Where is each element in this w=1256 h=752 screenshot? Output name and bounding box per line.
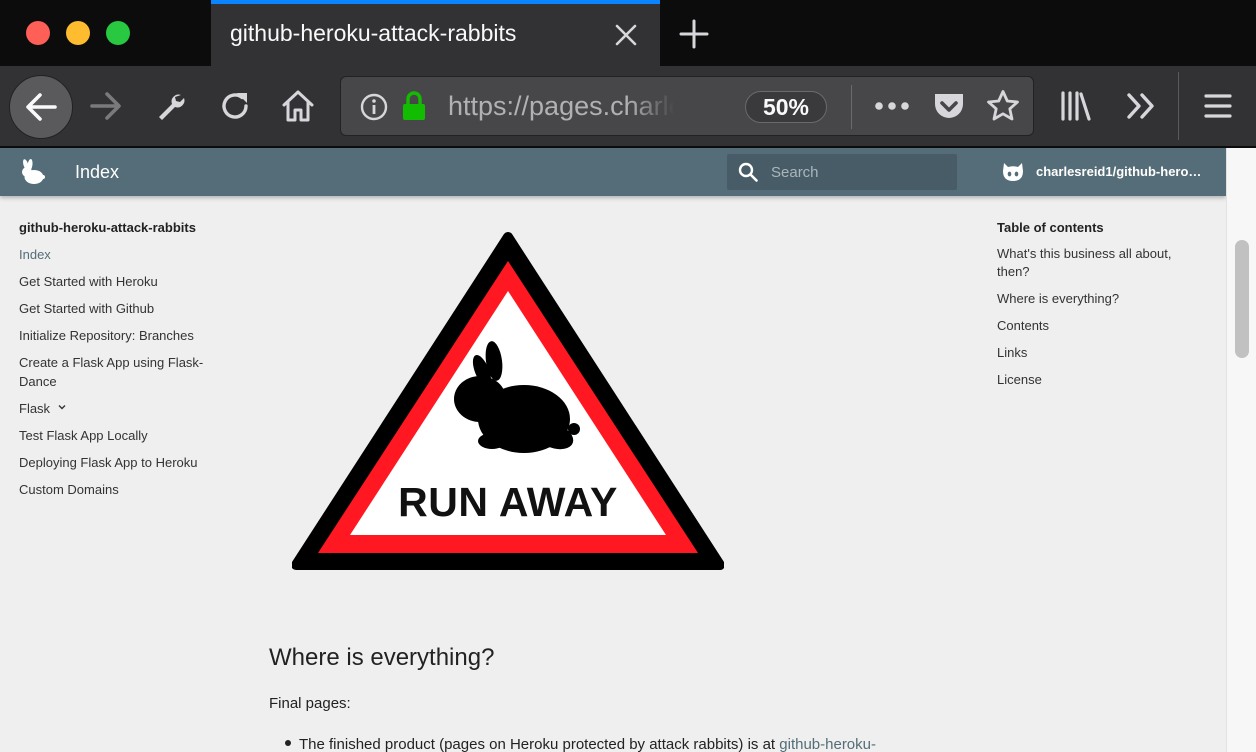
- search-icon: [738, 162, 758, 182]
- left-navigation: github-heroku-attack-rabbits Index Get S…: [19, 220, 239, 507]
- table-of-contents: Table of contents What's this business a…: [997, 220, 1197, 398]
- nav-item-deploying-flask-heroku[interactable]: Deploying Flask App to Heroku: [19, 453, 239, 472]
- url-text[interactable]: https://pages.charlesreid1.github.io/git…: [448, 91, 674, 122]
- reload-button[interactable]: [205, 76, 265, 136]
- lock-icon[interactable]: [401, 91, 427, 121]
- toc-item[interactable]: Links: [997, 344, 1197, 362]
- back-arrow-icon: [26, 93, 57, 121]
- info-icon[interactable]: [360, 93, 388, 121]
- nav-item-get-started-github[interactable]: Get Started with Github: [19, 299, 239, 318]
- web-page: Index charlesreid1/github-heroku-attack-…: [0, 148, 1256, 752]
- left-nav-heading[interactable]: github-heroku-attack-rabbits: [19, 220, 239, 235]
- active-tab[interactable]: github-heroku-attack-rabbits: [211, 0, 660, 66]
- list-item-text: The finished product (pages on Heroku pr…: [299, 736, 780, 752]
- double-chevron-right-icon: [1127, 93, 1154, 119]
- chevron-down-icon: [58, 405, 66, 410]
- nav-item-flask-label: Flask: [19, 401, 51, 416]
- overflow-menu-button[interactable]: [1111, 76, 1171, 136]
- back-button[interactable]: [9, 75, 73, 139]
- wrench-icon: [159, 94, 185, 120]
- run-away-warning-sign-image: RUN AWAY: [291, 231, 725, 571]
- toc-item[interactable]: What's this business all about, then?: [997, 245, 1197, 281]
- site-header: Index charlesreid1/github-heroku-attack-…: [0, 148, 1226, 196]
- reload-icon: [222, 93, 248, 119]
- repo-link[interactable]: charlesreid1/github-heroku-attack-rabbit…: [1036, 164, 1206, 179]
- section-heading: Where is everything?: [269, 644, 495, 671]
- url-bar[interactable]: https://pages.charlesreid1.github.io/git…: [340, 76, 1034, 136]
- bullet: [285, 740, 291, 746]
- image-caption: RUN AWAY: [398, 479, 618, 525]
- site-title[interactable]: Index: [75, 162, 119, 183]
- section-paragraph: Final pages:: [269, 695, 351, 712]
- close-window-button[interactable]: [26, 21, 50, 45]
- navigation-toolbar: https://pages.charlesreid1.github.io/git…: [0, 66, 1256, 148]
- home-icon: [282, 90, 314, 122]
- rabbit-logo-icon[interactable]: [17, 159, 45, 185]
- toc-item[interactable]: Where is everything?: [997, 290, 1197, 308]
- github-icon[interactable]: [1001, 161, 1025, 183]
- toc-heading: Table of contents: [997, 220, 1104, 235]
- scrollbar-thumb[interactable]: [1235, 240, 1249, 358]
- zoom-level-badge[interactable]: 50%: [745, 91, 827, 123]
- toolbar-separator: [1178, 72, 1179, 140]
- list-item: The finished product (pages on Heroku pr…: [285, 736, 876, 752]
- nav-item-test-flask-locally[interactable]: Test Flask App Locally: [19, 426, 239, 445]
- main-menu-button[interactable]: [1188, 76, 1248, 136]
- library-icon: [1061, 91, 1091, 121]
- search-box[interactable]: [727, 154, 957, 190]
- maximize-window-button[interactable]: [106, 21, 130, 45]
- nav-item-get-started-heroku[interactable]: Get Started with Heroku: [19, 272, 239, 291]
- tab-title: github-heroku-attack-rabbits: [230, 20, 517, 46]
- library-button[interactable]: [1046, 76, 1106, 136]
- toc-item[interactable]: Contents: [997, 317, 1197, 335]
- scrollbar[interactable]: [1226, 148, 1256, 752]
- nav-item-initialize-repository[interactable]: Initialize Repository: Branches: [19, 326, 239, 345]
- tab-bar: github-heroku-attack-rabbits: [0, 0, 1256, 66]
- nav-item-create-flask-app[interactable]: Create a Flask App using Flask-Dance: [19, 353, 239, 391]
- home-button[interactable]: [268, 76, 328, 136]
- close-tab-icon[interactable]: [614, 23, 638, 47]
- new-tab-icon[interactable]: [678, 18, 710, 50]
- developer-tools-button[interactable]: [140, 76, 200, 136]
- pocket-icon[interactable]: [932, 91, 966, 123]
- url-bar-separator: [851, 85, 852, 129]
- forward-button[interactable]: [76, 76, 136, 136]
- toc-item[interactable]: License: [997, 371, 1197, 389]
- minimize-window-button[interactable]: [66, 21, 90, 45]
- nav-item-index[interactable]: Index: [19, 245, 239, 264]
- search-input[interactable]: [771, 154, 951, 190]
- forward-arrow-icon: [90, 92, 121, 120]
- list-item-link[interactable]: github-heroku-: [779, 736, 876, 752]
- nav-item-flask[interactable]: Flask: [19, 399, 239, 418]
- page-actions-icon[interactable]: [875, 101, 909, 111]
- bookmark-star-icon[interactable]: [986, 89, 1020, 123]
- hamburger-menu-icon: [1204, 94, 1232, 118]
- nav-item-custom-domains[interactable]: Custom Domains: [19, 480, 239, 499]
